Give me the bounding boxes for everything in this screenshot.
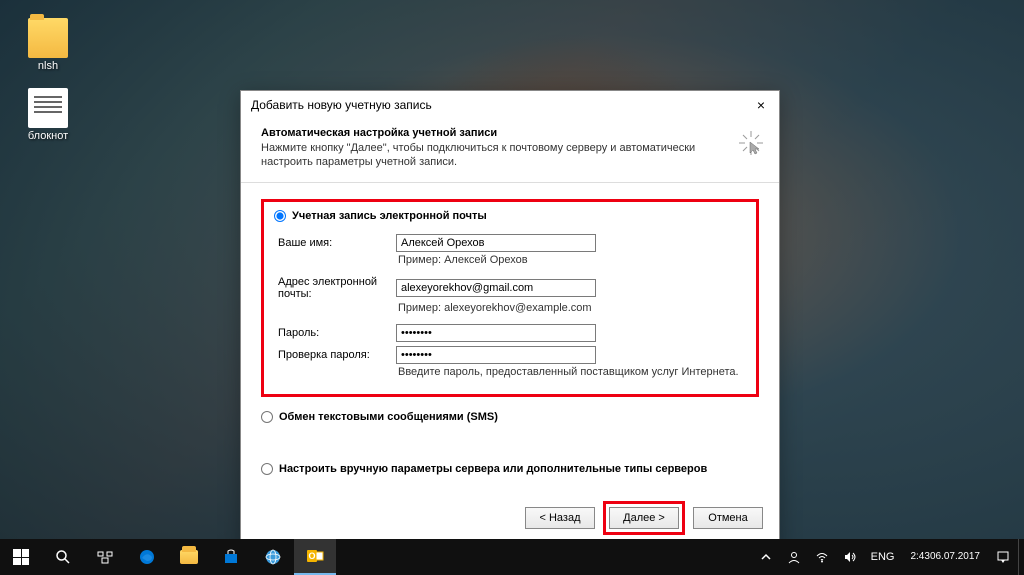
radio-manual-label: Настроить вручную параметры сервера или … [279,463,707,475]
search-button[interactable] [42,539,84,575]
taskbar-outlook[interactable]: O [294,539,336,575]
close-button[interactable]: × [749,95,773,115]
desktop-icon-label: блокнот [18,130,78,142]
radio-email-label: Учетная запись электронной почты [292,210,487,222]
people-icon [787,550,801,564]
store-icon [222,548,240,566]
radio-row-email[interactable]: Учетная запись электронной почты [274,210,746,222]
dialog-title: Добавить новую учетную запись [251,98,432,112]
password2-label: Проверка пароля: [278,349,388,361]
taskbar-edge[interactable] [126,539,168,575]
tray-clock[interactable]: 2:43 06.07.2017 [902,539,988,575]
wifi-icon [815,550,829,564]
radio-row-manual[interactable]: Настроить вручную параметры сервера или … [261,463,759,475]
chevron-up-icon [759,550,773,564]
email-input[interactable] [396,279,596,297]
explorer-icon [180,550,198,564]
desktop-icon-folder[interactable]: nlsh [18,18,78,72]
clock-date: 06.07.2017 [930,551,980,563]
task-view-icon [97,549,113,565]
language-indicator: ENG [871,551,895,563]
radio-sms[interactable] [261,411,273,423]
globe-icon [264,548,282,566]
dialog-titlebar: Добавить новую учетную запись × [241,91,779,119]
dialog-header: Автоматическая настройка учетной записи … [241,119,779,183]
password-confirm-input[interactable] [396,346,596,364]
notification-icon [996,550,1010,564]
edge-icon [138,548,156,566]
radio-sms-label: Обмен текстовыми сообщениями (SMS) [279,411,498,423]
desktop-icon-label: nlsh [18,60,78,72]
add-account-dialog: Добавить новую учетную запись × Автомати… [240,90,780,550]
cancel-button[interactable]: Отмена [693,507,763,529]
email-label: Адрес электронной почты: [278,276,388,300]
task-view-button[interactable] [84,539,126,575]
outlook-icon: O [306,547,324,565]
password-label: Пароль: [278,327,388,339]
folder-icon [28,18,68,58]
dialog-body: Учетная запись электронной почты Ваше им… [241,183,779,491]
svg-text:O: O [308,551,315,561]
next-button-highlight: Далее > [603,501,685,535]
radio-email-account[interactable] [274,210,286,222]
password-hint: Введите пароль, предоставленный поставщи… [396,366,746,378]
tray-notifications[interactable] [990,539,1016,575]
tray-people[interactable] [781,539,807,575]
back-button[interactable]: < Назад [525,507,595,529]
volume-icon [843,550,857,564]
show-desktop-button[interactable] [1018,539,1024,575]
tray-volume[interactable] [837,539,863,575]
name-input[interactable] [396,234,596,252]
taskbar-explorer[interactable] [168,539,210,575]
tray-network[interactable] [809,539,835,575]
tray-chevron[interactable] [753,539,779,575]
taskbar: O ENG 2:43 06.07.2017 [0,539,1024,575]
field-grid: Ваше имя: Пример: Алексей Орехов Адрес э… [278,234,746,384]
tray-language[interactable]: ENG [865,539,901,575]
taskbar-store[interactable] [210,539,252,575]
textfile-icon [28,88,68,128]
header-subtitle: Нажмите кнопку "Далее", чтобы подключить… [261,141,701,170]
wizard-cursor-icon [737,129,765,157]
desktop-icon-notepad[interactable]: блокнот [18,88,78,142]
password-input[interactable] [396,324,596,342]
radio-row-sms[interactable]: Обмен текстовыми сообщениями (SMS) [261,411,759,423]
radio-manual[interactable] [261,463,273,475]
email-hint: Пример: alexeyorekhov@example.com [396,302,746,314]
name-label: Ваше имя: [278,237,388,249]
email-account-section-highlight: Учетная запись электронной почты Ваше им… [261,199,759,397]
search-icon [55,549,71,565]
start-button[interactable] [0,539,42,575]
name-hint: Пример: Алексей Орехов [396,254,746,266]
header-title: Автоматическая настройка учетной записи [261,127,763,139]
next-button[interactable]: Далее > [609,507,679,529]
taskbar-app1[interactable] [252,539,294,575]
clock-time: 2:43 [910,551,929,563]
windows-logo-icon [13,549,29,565]
